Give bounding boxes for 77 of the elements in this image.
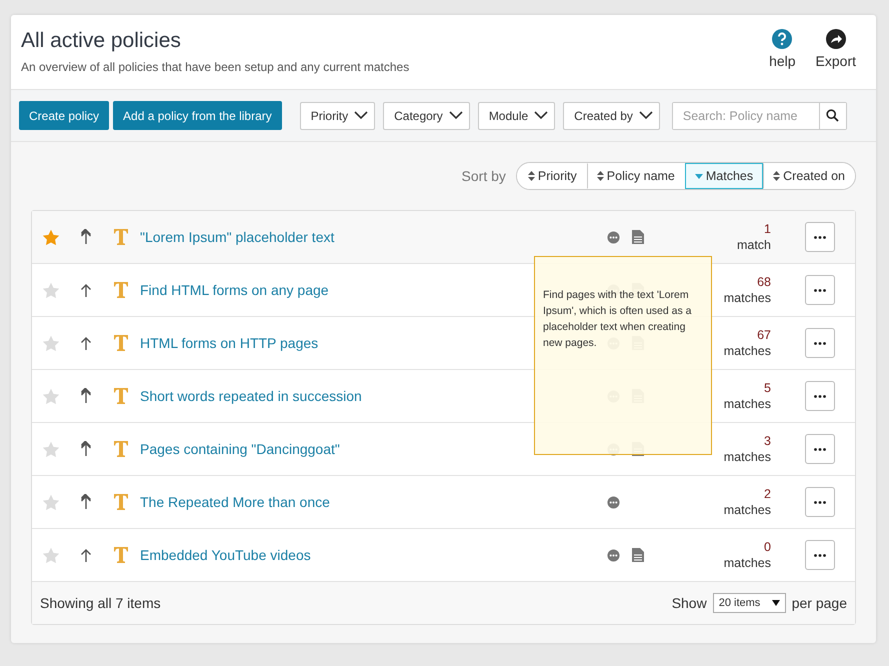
help-link[interactable]: help <box>769 29 796 89</box>
search-icon <box>826 109 840 122</box>
help-icon <box>772 29 792 49</box>
policy-name-link[interactable]: Embedded YouTube videos <box>140 547 607 563</box>
text-type-icon <box>114 229 128 245</box>
more-button[interactable] <box>805 381 835 411</box>
policy-row[interactable]: "Lorem Ipsum" placeholder text 1 match <box>32 211 855 264</box>
filter-dropdown[interactable]: Module <box>478 102 556 130</box>
match-count: 2 <box>764 486 771 502</box>
match-count: 1 <box>764 221 771 237</box>
star-icon[interactable] <box>42 388 60 404</box>
match-count: 0 <box>764 539 771 555</box>
match-unit: matches <box>724 449 771 465</box>
match-unit: matches <box>724 343 771 359</box>
more-button[interactable] <box>805 434 835 464</box>
create-policy-button[interactable]: Create policy <box>19 101 110 130</box>
more-button[interactable] <box>805 222 835 252</box>
sort-icon <box>528 171 535 181</box>
show-label: Show <box>672 595 707 611</box>
match-unit: matches <box>724 502 771 518</box>
sort-icon <box>773 171 780 181</box>
text-type-icon <box>114 388 128 404</box>
sort-button[interactable]: Matches <box>684 163 764 189</box>
filter-dropdown[interactable]: Category <box>383 102 470 130</box>
sort-icon <box>596 171 604 181</box>
text-type-icon <box>114 282 128 298</box>
ellipsis-icon <box>814 394 826 398</box>
match-unit: matches <box>724 396 771 412</box>
match-unit: matches <box>724 555 771 571</box>
ellipsis-icon <box>814 554 826 556</box>
export-link[interactable]: Export <box>816 29 856 89</box>
item-count-text: Showing all 7 items <box>40 595 161 611</box>
more-button[interactable] <box>805 540 835 570</box>
per-page-label: per page <box>792 595 847 611</box>
match-count: 68 <box>757 274 771 290</box>
chevron-down-icon <box>448 111 463 120</box>
text-type-icon <box>114 441 128 457</box>
more-button[interactable] <box>805 328 835 358</box>
sort-label: Sort by <box>462 168 506 184</box>
search-button[interactable] <box>818 102 846 128</box>
star-icon[interactable] <box>42 282 60 298</box>
more-button[interactable] <box>805 275 835 305</box>
text-type-icon <box>114 335 128 351</box>
match-unit: match <box>736 237 771 253</box>
ellipsis-icon <box>814 500 826 504</box>
chevron-down-icon <box>638 111 653 120</box>
filter-dropdown[interactable]: Priority <box>300 102 376 130</box>
ellipsis-icon <box>814 448 826 450</box>
match-unit: matches <box>724 290 771 306</box>
policy-name-link[interactable]: The Repeated More than once <box>140 494 607 510</box>
match-count: 3 <box>764 433 771 449</box>
match-count: 67 <box>757 327 771 343</box>
caret-down-icon <box>772 600 780 606</box>
text-type-icon <box>114 494 128 510</box>
text-type-icon <box>114 547 128 563</box>
ellipsis-icon <box>814 236 826 238</box>
filter-dropdown[interactable]: Created by <box>563 102 660 130</box>
tooltip: Find pages with the text 'Lorem Ipsum', which is often used as a placeholder text when creating new pages. <box>534 256 712 455</box>
policy-name-link[interactable]: "Lorem Ipsum" placeholder text <box>140 229 607 245</box>
ellipsis-icon <box>814 288 826 292</box>
chevron-down-icon <box>354 111 368 120</box>
star-icon[interactable] <box>42 334 60 352</box>
ellipsis-icon <box>814 342 826 344</box>
star-icon[interactable] <box>42 494 60 510</box>
match-count: 5 <box>764 380 771 396</box>
add-from-library-button[interactable]: Add a policy from the library <box>113 101 282 130</box>
search-field[interactable]: Search: Policy name <box>672 102 847 130</box>
more-button[interactable] <box>805 487 835 517</box>
page-title: All active policies <box>21 29 182 53</box>
page-size-select[interactable]: 20 items <box>712 593 786 613</box>
star-icon[interactable] <box>42 546 60 564</box>
star-icon[interactable] <box>42 228 60 246</box>
caret-down-icon <box>694 174 703 178</box>
chevron-down-icon <box>534 111 548 120</box>
star-icon[interactable] <box>42 440 60 458</box>
sort-button[interactable]: Created on <box>763 163 855 189</box>
page-subtitle: An overview of all policies that have been setup and any current matches <box>21 60 410 74</box>
